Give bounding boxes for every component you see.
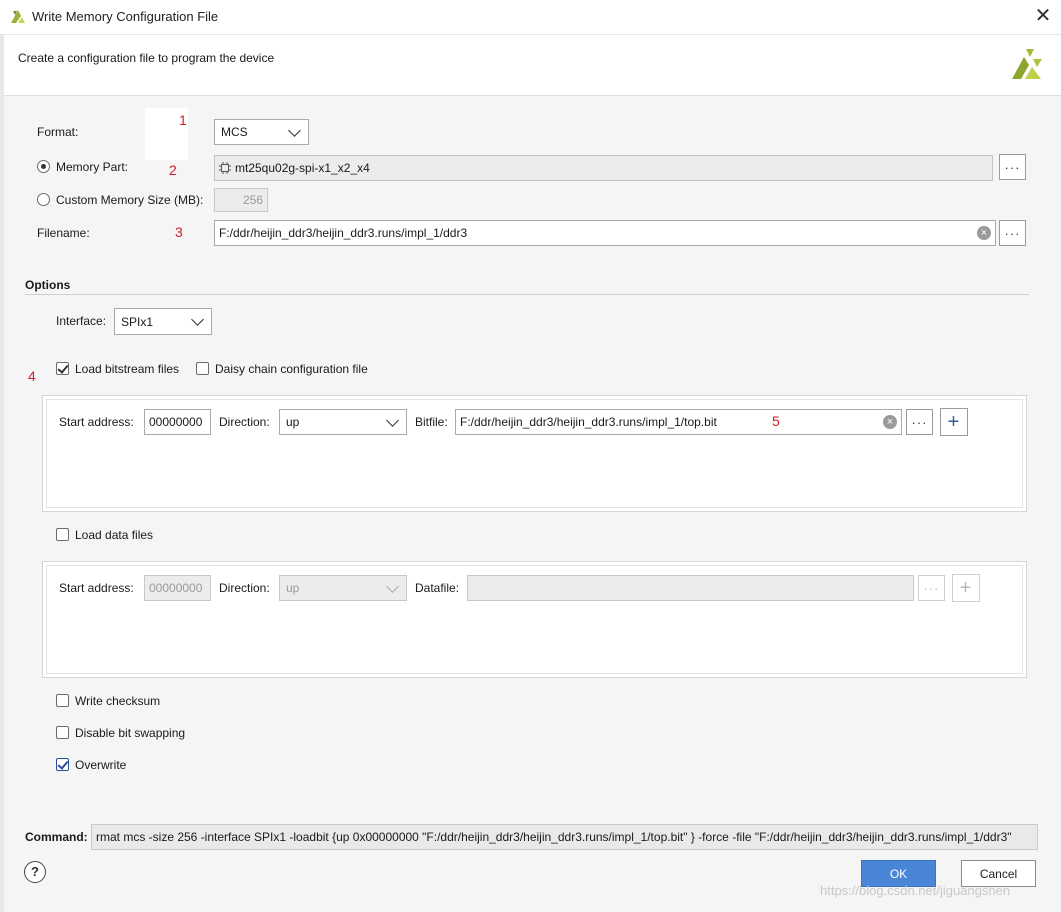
chevron-down-icon [386, 413, 399, 427]
command-field[interactable]: rmat mcs -size 256 -interface SPIx1 -loa… [91, 824, 1038, 850]
load-data-checkbox[interactable] [56, 528, 69, 541]
clear-icon[interactable]: × [883, 415, 897, 429]
data-direction-label: Direction: [219, 581, 270, 595]
custom-size-radio[interactable] [37, 193, 50, 206]
overwrite-checkbox[interactable] [56, 758, 69, 771]
bitfile-value: F:/ddr/heijin_ddr3/heijin_ddr3.runs/impl… [460, 415, 717, 429]
bit-direction-label: Direction: [219, 415, 270, 429]
clear-icon[interactable]: × [977, 226, 991, 240]
bit-start-label: Start address: [59, 415, 134, 429]
custom-size-label: Custom Memory Size (MB): [56, 193, 204, 207]
memory-part-field[interactable]: mt25qu02g-spi-x1_x2_x4 [214, 155, 993, 181]
data-start-input[interactable]: 00000000 [144, 575, 211, 601]
interface-value: SPIx1 [121, 314, 154, 329]
chevron-down-icon [191, 313, 204, 326]
check-icon [57, 758, 69, 770]
filename-browse-button[interactable]: ··· [999, 220, 1026, 246]
check-icon [57, 362, 69, 374]
data-direction-value: up [286, 581, 300, 595]
vivado-logo-icon [11, 10, 25, 23]
annotation-2: 2 [169, 162, 177, 178]
help-button[interactable]: ? [24, 861, 46, 883]
write-checksum-label: Write checksum [75, 694, 161, 708]
disable-swap-label: Disable bit swapping [75, 726, 186, 740]
window-title: Write Memory Configuration File [32, 9, 219, 24]
format-label: Format: [37, 125, 79, 139]
memory-part-radio[interactable] [37, 160, 50, 173]
daisy-chain-checkbox[interactable] [196, 362, 209, 375]
data-start-label: Start address: [59, 581, 134, 595]
bit-start-value: 00000000 [149, 415, 203, 429]
chip-icon [219, 162, 231, 174]
brand-logo-icon [1012, 49, 1042, 79]
close-button[interactable]: ✕ [1030, 4, 1056, 28]
command-label: Command: [25, 830, 88, 844]
command-value: rmat mcs -size 256 -interface SPIx1 -loa… [96, 830, 1012, 844]
datafile-label: Datafile: [415, 581, 460, 595]
memory-part-label: Memory Part: [56, 160, 129, 174]
filename-input[interactable]: F:/ddr/heijin_ddr3/heijin_ddr3.runs/impl… [214, 220, 996, 246]
memory-part-browse-button[interactable]: ··· [999, 154, 1026, 180]
load-bitstream-checkbox[interactable] [56, 362, 69, 375]
chevron-down-icon [288, 123, 301, 137]
bitfile-input[interactable]: F:/ddr/heijin_ddr3/heijin_ddr3.runs/impl… [455, 409, 902, 435]
options-separator [25, 294, 1029, 295]
disable-swap-checkbox[interactable] [56, 726, 69, 739]
bit-direction-value: up [286, 415, 300, 429]
custom-size-value: 256 [242, 193, 263, 207]
format-select[interactable]: MCS [214, 119, 309, 145]
load-bitstream-label: Load bitstream files [75, 362, 180, 376]
custom-size-field[interactable]: 256 [214, 188, 268, 212]
data-direction-select[interactable]: up [279, 575, 407, 601]
memory-part-value: mt25qu02g-spi-x1_x2_x4 [235, 161, 370, 175]
annotation-1: 1 [179, 112, 187, 128]
daisy-chain-label: Daisy chain configuration file [215, 362, 368, 376]
filename-value: F:/ddr/heijin_ddr3/heijin_ddr3.runs/impl… [219, 226, 468, 240]
bit-start-input[interactable]: 00000000 [144, 409, 211, 435]
overwrite-label: Overwrite [75, 758, 127, 772]
add-bitfile-button[interactable]: + [940, 408, 968, 436]
write-checksum-checkbox[interactable] [56, 694, 69, 707]
bitfile-browse-button[interactable]: ··· [906, 409, 933, 435]
data-start-value: 00000000 [149, 581, 203, 595]
chevron-down-icon [386, 579, 399, 593]
options-heading: Options [25, 278, 71, 292]
watermark: https://blog.csdn.net/jiguangshen [820, 883, 1011, 898]
datafile-browse-button[interactable]: ··· [918, 575, 945, 601]
load-data-label: Load data files [75, 528, 154, 542]
header-band [4, 35, 1061, 96]
format-value: MCS [221, 125, 248, 139]
filename-label: Filename: [37, 226, 90, 240]
annotation-5: 5 [772, 413, 780, 429]
datafile-input[interactable] [467, 575, 914, 601]
interface-select[interactable]: SPIx1 [114, 308, 212, 335]
bitfile-label: Bitfile: [415, 415, 448, 429]
annotation-3: 3 [175, 224, 183, 240]
plus-icon: + [947, 411, 961, 433]
plus-icon: + [959, 577, 973, 599]
interface-label: Interface: [56, 314, 107, 328]
annotation-4: 4 [28, 368, 36, 384]
bit-direction-select[interactable]: up [279, 409, 407, 435]
dialog-description: Create a configuration file to program t… [18, 51, 275, 65]
left-edge [0, 35, 4, 912]
add-datafile-button[interactable]: + [952, 574, 980, 602]
